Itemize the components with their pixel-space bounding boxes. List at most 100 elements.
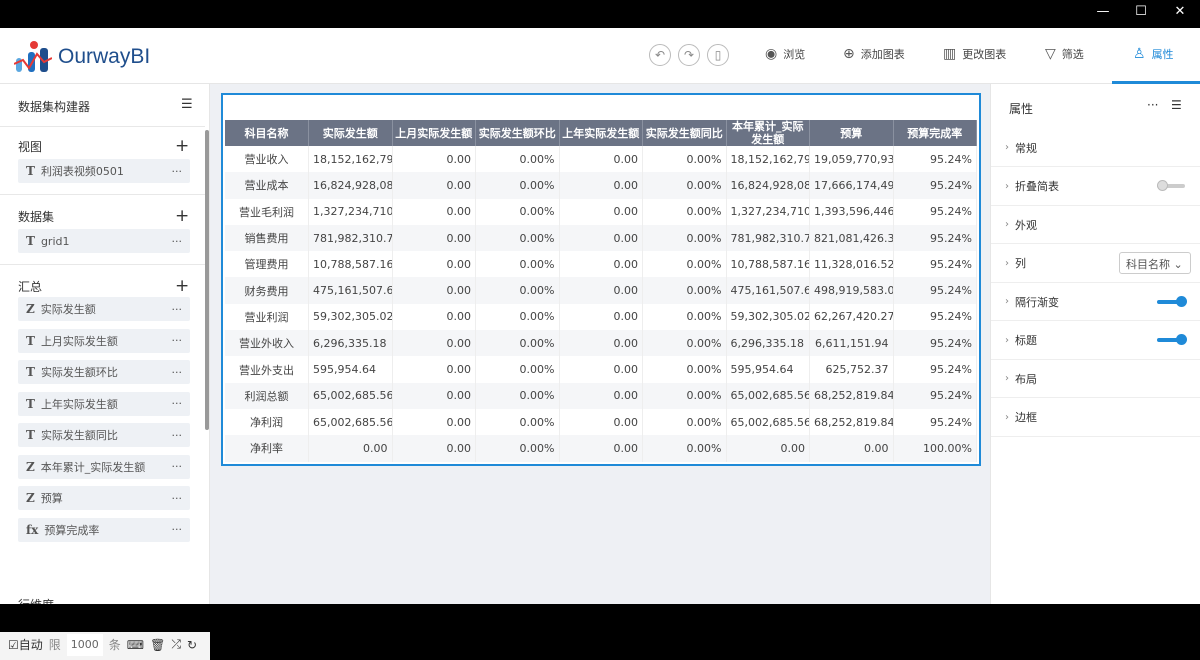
close-button[interactable]: ✕	[1165, 4, 1195, 19]
shirt-icon: ♙	[1133, 46, 1146, 62]
panel-title: 数据集构建器	[18, 100, 91, 114]
add-view-button[interactable]: +	[175, 138, 189, 155]
table-cell: 0.00%	[475, 198, 560, 225]
table-cell: 59,302,305.02	[726, 303, 810, 331]
table-cell: 821,081,426.30	[809, 224, 894, 252]
table-cell: 0.00	[392, 224, 476, 252]
more-icon[interactable]: ···	[172, 460, 183, 473]
header: OurwayBI ↶ ↷ ▯ ◉ 浏览 ⊕ 添加图表 ▥ 更改图表 ▽ 筛选 ♙ 属性	[0, 28, 1200, 84]
table-cell: 95.24%	[893, 356, 977, 383]
redo-button[interactable]: ↷	[678, 44, 700, 66]
property-label: 列	[1015, 257, 1026, 270]
scrollbar[interactable]	[205, 130, 209, 430]
add-summary-button[interactable]: +	[175, 278, 189, 295]
browse-button[interactable]: ◉ 浏览	[765, 46, 805, 62]
table-cell: 0.00	[559, 224, 643, 252]
summary-field[interactable]: T 实际发生额环比 ···	[18, 360, 190, 384]
property-section[interactable]: › 常规	[991, 129, 1200, 167]
limit-input[interactable]	[66, 633, 103, 656]
column-header[interactable]: 预算	[809, 120, 894, 146]
collapse-toggle[interactable]	[1157, 180, 1185, 191]
table-cell: 95.24%	[893, 330, 977, 357]
mobile-view-button[interactable]: ▯	[707, 44, 729, 66]
column-header[interactable]: 实际发生额环比	[475, 120, 560, 146]
undo-button[interactable]: ↶	[649, 44, 671, 66]
property-section[interactable]: › 隔行渐变	[991, 283, 1200, 321]
table-cell: 0.00	[559, 251, 643, 278]
refresh-icon[interactable]: ↻	[187, 638, 197, 652]
column-header[interactable]: 本年累计_实际发生额	[726, 120, 810, 146]
view-item[interactable]: T 利润表视频0501 ···	[18, 159, 190, 183]
column-header[interactable]: 实际发生额	[308, 120, 393, 146]
column-header[interactable]: 预算完成率	[893, 120, 977, 146]
more-icon[interactable]: ···	[1147, 98, 1158, 112]
table-cell: 0.00%	[642, 435, 727, 462]
add-dataset-button[interactable]: +	[175, 208, 189, 225]
more-icon[interactable]: ···	[172, 366, 183, 379]
browse-label: 浏览	[783, 48, 806, 61]
table-widget[interactable]: 科目名称 实际发生额 上月实际发生额 实际发生额环比 上年实际发生额 实际发生额同比 本年累…	[221, 93, 981, 466]
summary-field[interactable]: T 上月实际发生额 ···	[18, 328, 190, 353]
property-section[interactable]: › 布局	[991, 360, 1200, 398]
column-select[interactable]: 科目名称 ⌄	[1119, 252, 1191, 274]
table-cell: 0.00%	[642, 382, 727, 409]
table-cell: 0.00%	[642, 303, 727, 331]
table-cell: 0.00	[392, 198, 476, 225]
maximize-button[interactable]: ☐	[1126, 4, 1156, 19]
trash-icon[interactable]: 🗑	[150, 638, 165, 652]
change-chart-button[interactable]: ▥ 更改图表	[943, 46, 1006, 62]
table-row: 营业毛利润1,327,234,710.560.000.00%0.000.00%1…	[225, 198, 977, 225]
property-section[interactable]: › 边框	[991, 399, 1200, 437]
summary-field[interactable]: fx 预算完成率 ···	[18, 517, 190, 542]
auto-checkbox[interactable]: ☑自动	[8, 636, 43, 653]
column-header[interactable]: 上月实际发生额	[392, 120, 476, 146]
summary-field[interactable]: T 实际发生额同比 ···	[18, 423, 190, 447]
collapse-panel-icon[interactable]: ☰	[1171, 98, 1182, 112]
column-header[interactable]: 实际发生额同比	[642, 120, 727, 146]
summary-field[interactable]: Z 预算 ···	[18, 486, 190, 510]
property-section[interactable]: › 列 科目名称 ⌄	[991, 245, 1200, 283]
properties-tab[interactable]: ♙ 属性	[1133, 46, 1174, 62]
filter-button[interactable]: ▽ 筛选	[1045, 46, 1084, 62]
collapse-menu-icon[interactable]: ☰	[181, 97, 193, 112]
row-gradient-toggle[interactable]	[1157, 295, 1187, 307]
more-icon[interactable]: ···	[172, 429, 183, 442]
type-icon: T	[26, 428, 35, 442]
property-section[interactable]: › 外观	[991, 206, 1200, 244]
shuffle-icon[interactable]: ⤮	[171, 637, 181, 652]
chevron-right-icon: ›	[1005, 373, 1009, 384]
code-icon[interactable]: ⌨	[127, 638, 144, 652]
add-chart-button[interactable]: ⊕ 添加图表	[843, 46, 905, 62]
property-section[interactable]: › 折叠简表	[991, 168, 1200, 206]
more-icon[interactable]: ···	[172, 492, 183, 505]
section-dimension: 行维度	[18, 596, 54, 604]
title-toggle[interactable]	[1157, 334, 1187, 345]
type-icon: T	[26, 365, 35, 379]
more-icon[interactable]: ···	[172, 235, 183, 248]
summary-field[interactable]: Z 实际发生额 ···	[18, 297, 190, 321]
chevron-right-icon: ›	[1005, 142, 1009, 153]
table-cell: 0.00	[392, 435, 476, 462]
divider	[0, 126, 205, 127]
unit-label: 条	[108, 638, 121, 652]
more-icon[interactable]: ···	[172, 165, 183, 178]
table-cell: 0.00	[308, 435, 393, 462]
dataset-item[interactable]: Tgrid1 ···	[18, 229, 190, 253]
more-icon[interactable]: ···	[172, 523, 183, 536]
more-icon[interactable]: ···	[172, 303, 183, 316]
more-icon[interactable]: ···	[172, 334, 183, 347]
summary-field[interactable]: Z 本年累计_实际发生额 ···	[18, 454, 190, 479]
table-cell: 0.00%	[642, 146, 727, 173]
table-cell: 营业利润	[225, 303, 309, 331]
table-cell: 95.24%	[893, 303, 977, 331]
table-cell: 0.00%	[475, 224, 560, 252]
column-header[interactable]: 科目名称	[225, 120, 309, 146]
summary-field[interactable]: T 上年实际发生额 ···	[18, 391, 190, 416]
table-cell: 0.00%	[642, 224, 727, 252]
table-cell: 95.24%	[893, 408, 977, 436]
property-section[interactable]: › 标题	[991, 322, 1200, 360]
column-header[interactable]: 上年实际发生额	[559, 120, 643, 146]
more-icon[interactable]: ···	[172, 397, 183, 410]
table-cell: 0.00	[726, 435, 810, 462]
minimize-button[interactable]: —	[1088, 4, 1118, 19]
